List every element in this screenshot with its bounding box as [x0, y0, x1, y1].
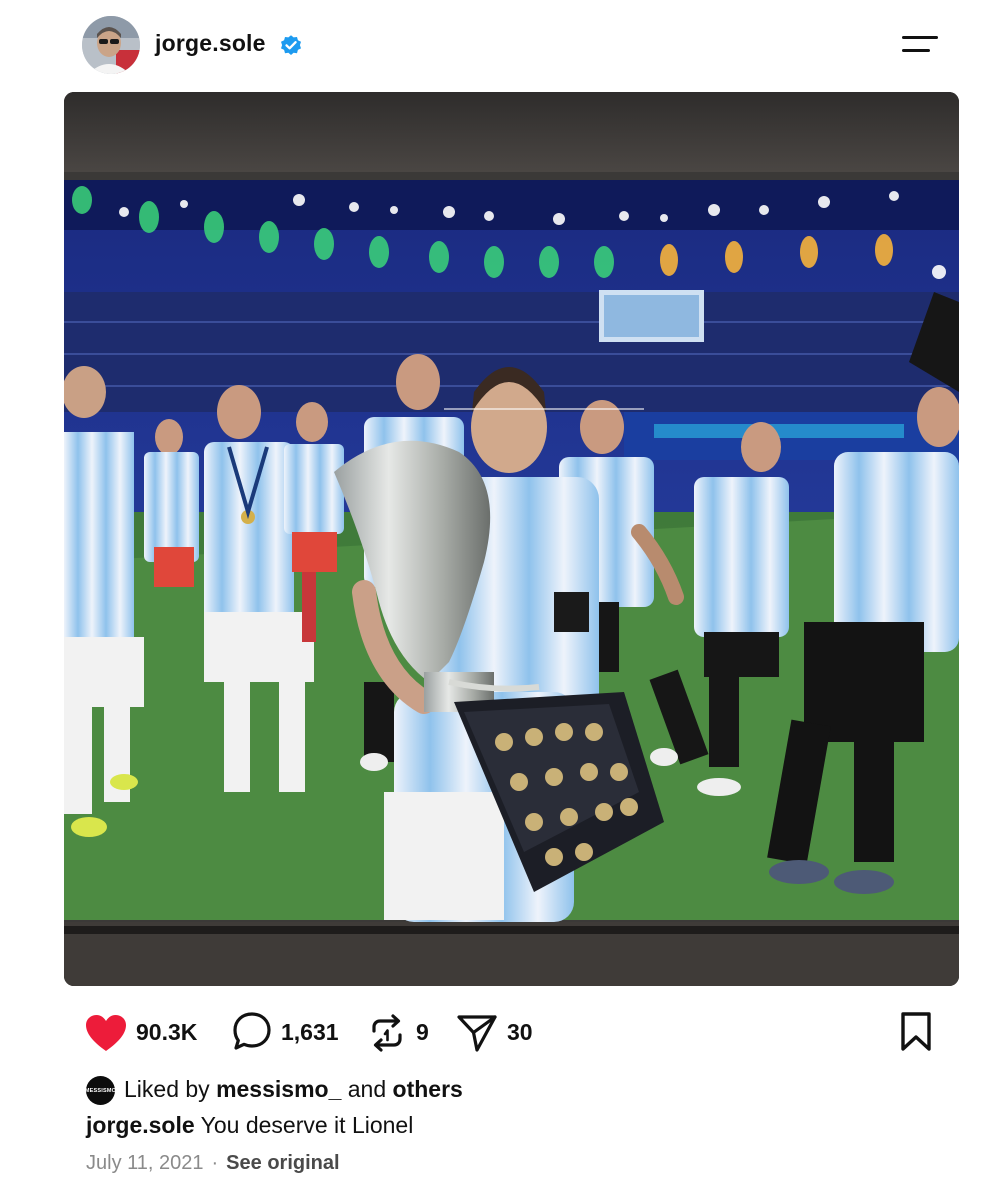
repost-icon[interactable]	[368, 1013, 406, 1053]
caption-text: You deserve it Lionel	[194, 1112, 414, 1138]
verified-badge-icon	[281, 35, 301, 55]
caption-username[interactable]: jorge.sole	[86, 1112, 195, 1138]
post-image[interactable]	[64, 92, 959, 986]
caption: jorge.sole You deserve it Lionel	[86, 1112, 413, 1139]
post: jorge.sole 90.3K 1,631 9 30 MESSISMO Lik…	[0, 0, 1006, 1199]
heart-icon[interactable]	[84, 1013, 128, 1053]
liked-by-avatar[interactable]: MESSISMO	[85, 1076, 116, 1105]
comment-icon[interactable]	[232, 1011, 272, 1053]
like-count[interactable]: 90.3K	[136, 1019, 197, 1046]
see-original-link[interactable]: See original	[226, 1152, 339, 1174]
liked-by-prefix: Liked by	[124, 1076, 217, 1102]
avatar[interactable]	[82, 16, 140, 74]
liked-by-others[interactable]: others	[393, 1076, 463, 1102]
share-icon[interactable]	[456, 1013, 498, 1053]
repost-count[interactable]: 9	[416, 1019, 429, 1046]
meta-separator: ·	[211, 1152, 219, 1174]
share-count[interactable]: 30	[507, 1019, 533, 1046]
post-date: July 11, 2021	[86, 1152, 204, 1174]
liked-by-user[interactable]: messismo_	[216, 1076, 341, 1102]
post-meta: July 11, 2021 · See original	[86, 1152, 340, 1175]
menu-button[interactable]	[898, 28, 942, 60]
comment-count[interactable]: 1,631	[281, 1019, 339, 1046]
menu-line-top	[902, 36, 938, 39]
bookmark-icon[interactable]	[898, 1011, 934, 1053]
action-bar: 90.3K 1,631 9 30	[0, 1005, 1006, 1057]
liked-by-middle: and	[341, 1076, 393, 1102]
post-header: jorge.sole	[0, 0, 1006, 92]
username[interactable]: jorge.sole	[155, 30, 266, 57]
menu-line-bottom	[902, 49, 930, 52]
liked-by: Liked by messismo_ and others	[124, 1076, 463, 1103]
